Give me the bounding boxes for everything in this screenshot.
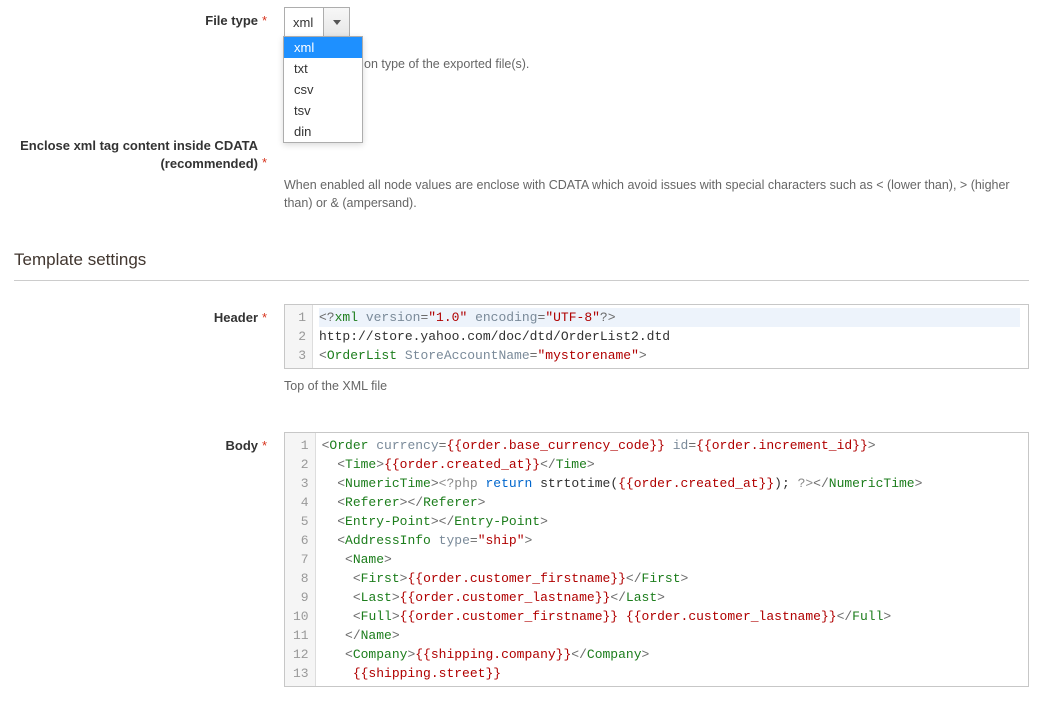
header-help-text: Top of the XML file — [284, 379, 1029, 393]
required-asterisk: * — [262, 303, 276, 325]
enclose-cdata-help-text: When enabled all node values are enclose… — [284, 176, 1024, 212]
code-content[interactable]: <Order currency={{order.base_currency_co… — [316, 433, 1028, 686]
settings-form: File type * xml xmltxtcsvtsvdin on type … — [0, 0, 1043, 695]
label-body: Body — [14, 431, 262, 453]
label-header: Header — [14, 303, 262, 325]
required-asterisk: * — [262, 6, 276, 28]
required-asterisk: * — [262, 137, 276, 170]
label-file-type: File type — [14, 6, 262, 28]
ctrl-header: 123 <?xml version="1.0" encoding="UTF-8"… — [276, 303, 1029, 393]
spacer — [14, 395, 1029, 431]
label-enclose-cdata: Enclose xml tag content inside CDATA (re… — [14, 137, 262, 172]
file-type-option-tsv[interactable]: tsv — [284, 100, 362, 121]
file-type-option-txt[interactable]: txt — [284, 58, 362, 79]
file-type-option-din[interactable]: din — [284, 121, 362, 142]
code-content[interactable]: <?xml version="1.0" encoding="UTF-8"?>ht… — [313, 305, 1028, 368]
row-body: Body * 12345678910111213 <Order currency… — [14, 431, 1029, 687]
row-header: Header * 123 <?xml version="1.0" encodin… — [14, 303, 1029, 393]
file-type-option-csv[interactable]: csv — [284, 79, 362, 100]
file-type-option-xml[interactable]: xml — [284, 37, 362, 58]
chevron-down-icon — [333, 20, 341, 25]
ctrl-body: 12345678910111213 <Order currency={{orde… — [276, 431, 1029, 687]
row-file-type: File type * xml xmltxtcsvtsvdin on type … — [14, 6, 1029, 37]
section-title-template-settings: Template settings — [14, 214, 1029, 281]
row-enclose-cdata: Enclose xml tag content inside CDATA (re… — [14, 137, 1029, 212]
body-code-editor[interactable]: 12345678910111213 <Order currency={{orde… — [284, 432, 1029, 687]
code-gutter: 123 — [285, 305, 313, 368]
file-type-help-text: on type of the exported file(s). — [364, 57, 529, 71]
code-gutter: 12345678910111213 — [285, 433, 316, 686]
ctrl-enclose-cdata: When enabled all node values are enclose… — [276, 137, 1029, 212]
file-type-select[interactable]: xml xmltxtcsvtsvdin — [284, 7, 350, 37]
required-asterisk: * — [262, 431, 276, 453]
header-code-editor[interactable]: 123 <?xml version="1.0" encoding="UTF-8"… — [284, 304, 1029, 369]
file-type-dropdown[interactable]: xmltxtcsvtsvdin — [283, 36, 363, 143]
ctrl-file-type: xml xmltxtcsvtsvdin on type of the expor… — [276, 6, 1029, 37]
file-type-dropdown-button[interactable] — [323, 8, 349, 36]
spacer — [14, 39, 1029, 137]
file-type-selected-value: xml — [285, 15, 323, 30]
file-type-select-display[interactable]: xml — [284, 7, 350, 37]
